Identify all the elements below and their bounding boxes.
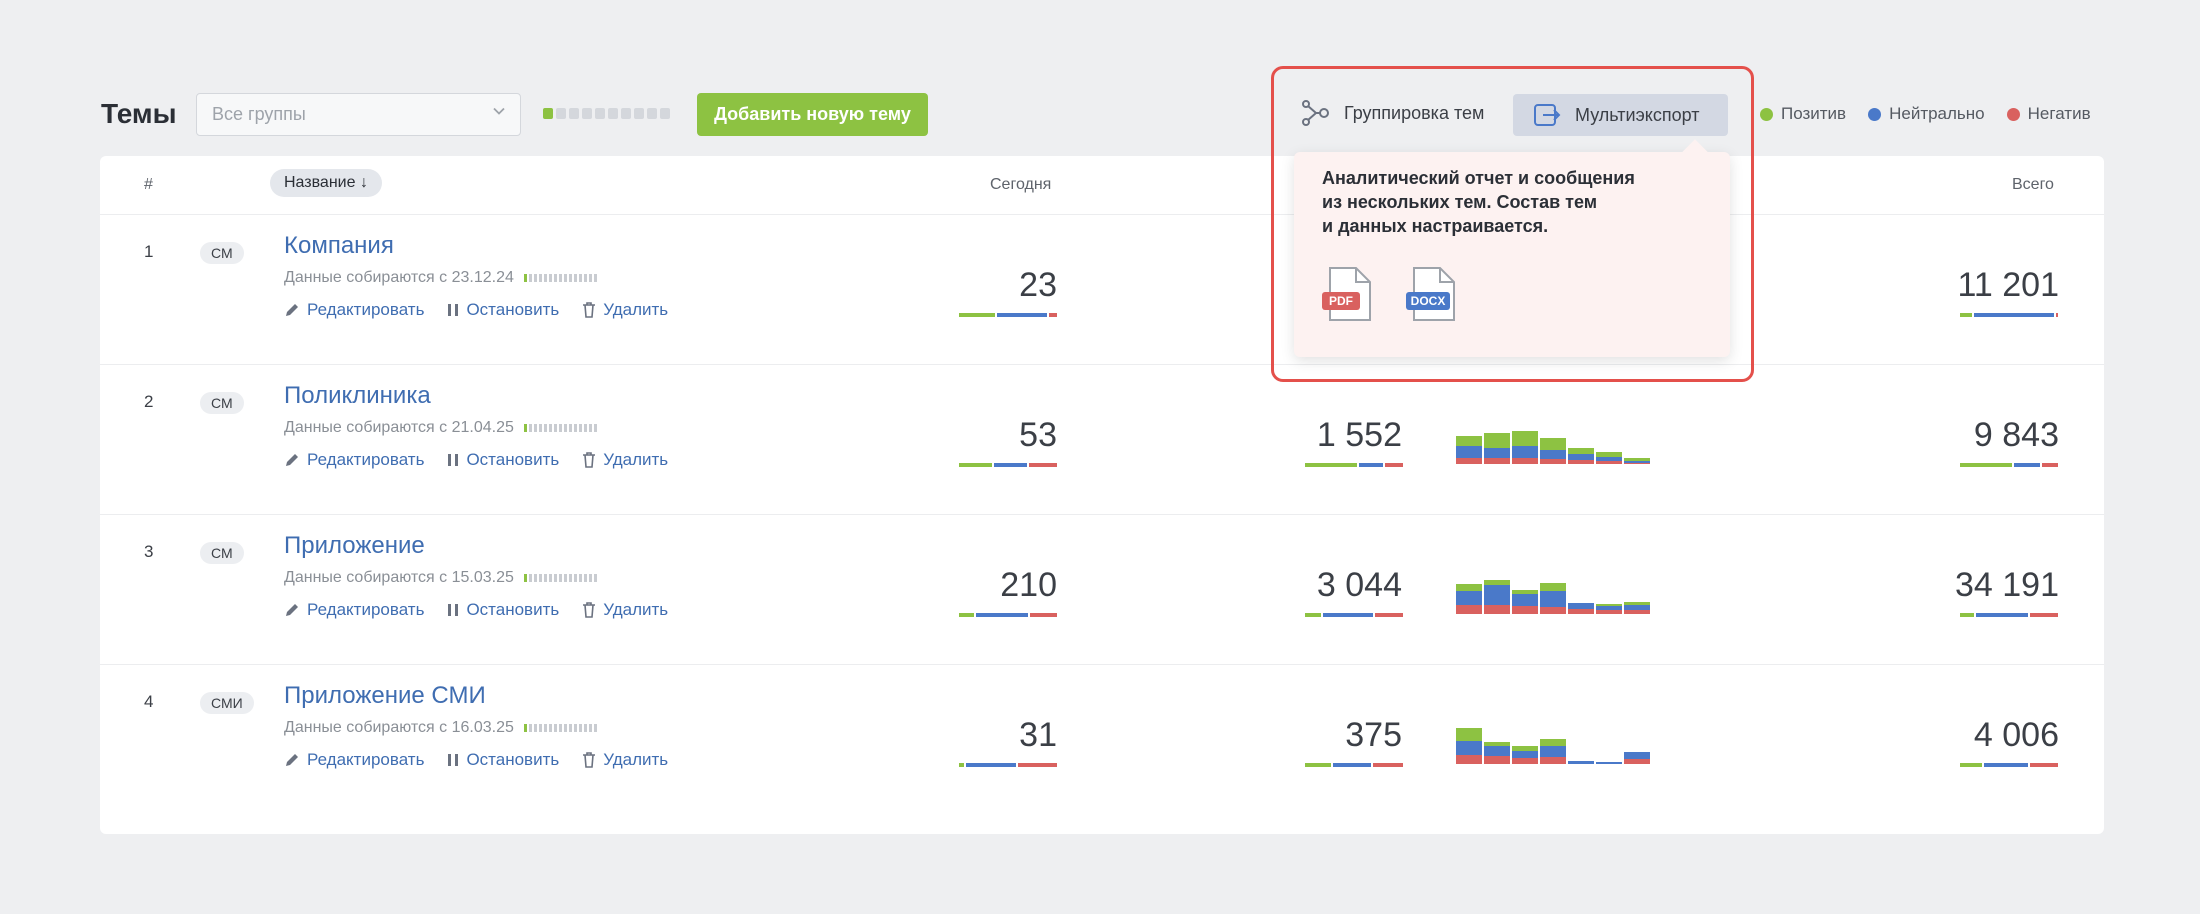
col-today[interactable]: Сегодня [990,176,1051,194]
table-row: 4 СМИ Приложение СМИ Данные собираются с… [100,664,2104,814]
chevron-down-icon [493,107,505,115]
edit-button[interactable]: Редактировать [284,300,424,320]
legend-item-neutral: Нейтрально [1868,104,1985,124]
stop-button[interactable]: Остановить [447,750,559,770]
collection-status: Данные собираются с 23.12.24 [284,269,597,287]
source-badge: СМ [200,242,244,264]
week-count: 1 552 [1316,416,1402,454]
topic-name-link[interactable]: Поликлиника [284,382,431,410]
weekly-histogram [1456,716,1661,764]
delete-button[interactable]: Удалить [582,300,668,320]
progress-squares [543,108,670,119]
legend-item-positive: Позитив [1760,104,1846,124]
total-count: 11 201 [1957,266,2059,304]
topics-table: # Название ↓ Сегодня Всего 1 СМ Компания… [100,156,2104,834]
groups-select-value: Все группы [212,104,306,124]
delete-button[interactable]: Удалить [582,600,668,620]
today-count: 53 [1019,416,1057,454]
row-number: 4 [144,692,154,711]
stop-button[interactable]: Остановить [447,450,559,470]
today-count: 23 [1019,266,1057,304]
trash-icon [583,752,596,768]
total-count: 4 006 [1973,716,2059,754]
grouping-button[interactable]: Группировка тем [1302,100,1484,126]
topic-name-link[interactable]: Приложение [284,532,425,560]
total-count: 9 843 [1973,416,2059,454]
page-title: Темы [101,98,177,129]
source-badge: СМ [200,392,244,414]
tooltip-text: Аналитический отчет и сообщения из неско… [1322,168,1635,236]
table-row: 2 СМ Поликлиника Данные собираются с 21.… [100,364,2104,514]
pause-icon [448,754,459,766]
edit-button[interactable]: Редактировать [284,750,424,770]
topic-name-link[interactable]: Приложение СМИ [284,682,486,710]
svg-text:PDF: PDF [1329,294,1353,308]
add-topic-button[interactable]: Добавить новую тему [697,93,928,136]
legend-item-negative: Негатив [2006,104,2091,124]
col-number: # [144,176,153,193]
week-count: 3 044 [1316,566,1402,604]
collection-status: Данные собираются с 16.03.25 [284,719,597,737]
row-number: 2 [144,392,154,411]
multiexport-button[interactable]: Мультиэкспорт [1513,94,1728,136]
today-count: 31 [1019,716,1057,754]
table-row: 3 СМ Приложение Данные собираются с 15.0… [100,514,2104,664]
grouping-label: Группировка тем [1344,102,1485,123]
weekly-histogram [1456,566,1661,614]
col-total[interactable]: Всего [2012,176,2054,194]
pencil-icon [286,754,298,766]
trash-icon [583,302,596,318]
pause-icon [448,304,459,316]
stop-button[interactable]: Остановить [447,300,559,320]
source-badge: СМИ [200,692,254,714]
row-number: 1 [144,242,154,261]
pause-icon [448,454,459,466]
edit-button[interactable]: Редактировать [284,600,424,620]
source-badge: СМ [200,542,244,564]
edit-button[interactable]: Редактировать [284,450,424,470]
pencil-icon [286,604,298,616]
row-number: 3 [144,542,154,561]
multiexport-tooltip: Аналитический отчет и сообщения из неско… [1294,139,1730,357]
collection-status: Данные собираются с 21.04.25 [284,419,597,437]
trash-icon [583,452,596,468]
export-icon [1534,104,1561,126]
stop-button[interactable]: Остановить [447,600,559,620]
pause-icon [448,604,459,616]
delete-button[interactable]: Удалить [582,750,668,770]
grouping-icon [1302,100,1329,126]
table-row: 1 СМ Компания Данные собираются с 23.12.… [100,214,2104,364]
today-count: 210 [1000,566,1057,604]
sort-by-name-button[interactable]: Название ↓ [270,169,382,197]
topic-name-link[interactable]: Компания [284,232,394,260]
sentiment-legend: Позитив Нейтрально Негатив [1760,104,2091,124]
groups-select[interactable]: Все группы [196,93,521,136]
collection-status: Данные собираются с 15.03.25 [284,569,597,587]
pencil-icon [286,454,298,466]
docx-export-icon[interactable]: DOCX [1406,266,1458,329]
week-count: 375 [1345,716,1402,754]
pdf-export-icon[interactable]: PDF [1322,266,1374,329]
multiexport-label: Мультиэкспорт [1575,105,1700,125]
delete-button[interactable]: Удалить [582,450,668,470]
trash-icon [583,602,596,618]
pencil-icon [286,304,298,316]
weekly-histogram [1456,416,1661,464]
total-count: 34 191 [1955,566,2059,604]
svg-text:DOCX: DOCX [1411,294,1446,308]
